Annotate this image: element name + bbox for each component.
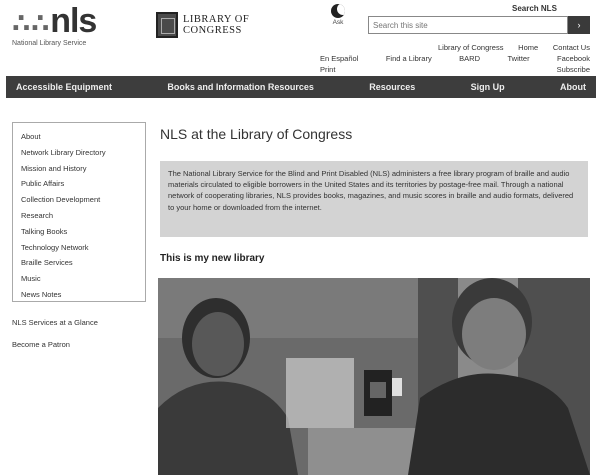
utility-link-find-library[interactable]: Find a Library: [386, 53, 432, 64]
utility-links-row-3: Print Subscribe: [320, 64, 590, 75]
loc-logo-line2: CONGRESS: [183, 25, 242, 36]
nav-item-resources[interactable]: Resources: [369, 82, 415, 92]
utility-link-twitter[interactable]: Twitter: [507, 53, 529, 64]
utility-links-row-1: Library of Congress Home Contact Us: [320, 42, 590, 53]
nls-logo[interactable]: ∴∴nls National Library Service: [12, 4, 142, 52]
loc-logo-text: LIBRARY OF CONGRESS: [183, 14, 249, 36]
sidebar-item-collection[interactable]: Collection Development: [21, 192, 137, 208]
utility-link-facebook[interactable]: Facebook: [557, 53, 590, 64]
sidebar-item-public-affairs[interactable]: Public Affairs: [21, 176, 137, 192]
ask-widget[interactable]: Ask: [318, 4, 358, 26]
utility-link-loc[interactable]: Library of Congress: [438, 42, 503, 53]
intro-text: The National Library Service for the Bli…: [160, 161, 588, 237]
ask-label: Ask: [332, 19, 344, 26]
utility-link-espanol[interactable]: En Español: [320, 53, 358, 64]
sidebar-item-research[interactable]: Research: [21, 208, 137, 224]
nav-item-sign-up[interactable]: Sign Up: [471, 82, 505, 92]
sidebar-menu: About Network Library Directory Mission …: [12, 122, 146, 302]
ask-icon: [331, 4, 345, 18]
search-input[interactable]: [368, 16, 568, 34]
site-header: ∴∴nls National Library Service LIBRARY O…: [0, 0, 600, 74]
utility-link-print[interactable]: Print: [320, 64, 335, 75]
utility-link-subscribe[interactable]: Subscribe: [557, 64, 590, 75]
sidebar-item-music[interactable]: Music: [21, 271, 137, 287]
utility-links-row-2: En Español Find a Library BARD Twitter F…: [320, 53, 590, 64]
hero-photo-illustration: [158, 278, 590, 475]
sidebar-item-braille[interactable]: Braille Services: [21, 255, 137, 271]
page-title: NLS at the Library of Congress: [160, 126, 353, 142]
sidebar-item-history[interactable]: Mission and History: [21, 161, 137, 177]
search-nls-link[interactable]: Search NLS: [512, 4, 557, 13]
utility-link-home[interactable]: Home: [518, 42, 538, 53]
sidebar-item-directory[interactable]: Network Library Directory: [21, 145, 137, 161]
nls-logo-mark: ∴∴nls: [12, 4, 142, 38]
section-heading: This is my new library: [160, 253, 265, 264]
search-button[interactable]: ›: [568, 16, 590, 34]
hero-photo: [158, 278, 590, 475]
utility-link-contact[interactable]: Contact Us: [553, 42, 590, 53]
sidebar-item-news[interactable]: News Notes: [21, 287, 137, 303]
loc-seal-icon: [156, 12, 178, 38]
sidebar-item-talking-books[interactable]: Talking Books: [21, 224, 137, 240]
nav-item-about[interactable]: About: [560, 82, 586, 92]
utility-link-bard[interactable]: BARD: [459, 53, 480, 64]
sidebar-item-technology[interactable]: Technology Network: [21, 240, 137, 256]
nls-logo-tagline: National Library Service: [12, 40, 87, 47]
nav-item-books[interactable]: Books and Information Resources: [167, 82, 314, 92]
sidebar-link-patron[interactable]: Become a Patron: [12, 340, 70, 349]
nav-item-equipment[interactable]: Accessible Equipment: [16, 82, 112, 92]
library-of-congress-logo[interactable]: LIBRARY OF CONGRESS: [156, 10, 276, 40]
main-nav: Accessible Equipment Books and Informati…: [6, 76, 596, 98]
loc-logo-line1: LIBRARY OF: [183, 14, 250, 25]
nls-logo-text: nls: [50, 2, 97, 40]
sidebar-item-about[interactable]: About: [21, 129, 137, 145]
sidebar-link-services[interactable]: NLS Services at a Glance: [12, 318, 98, 327]
nls-logo-dots: ∴∴: [12, 8, 51, 38]
search-bar: ›: [368, 16, 590, 34]
utility-links: Library of Congress Home Contact Us En E…: [320, 42, 590, 75]
